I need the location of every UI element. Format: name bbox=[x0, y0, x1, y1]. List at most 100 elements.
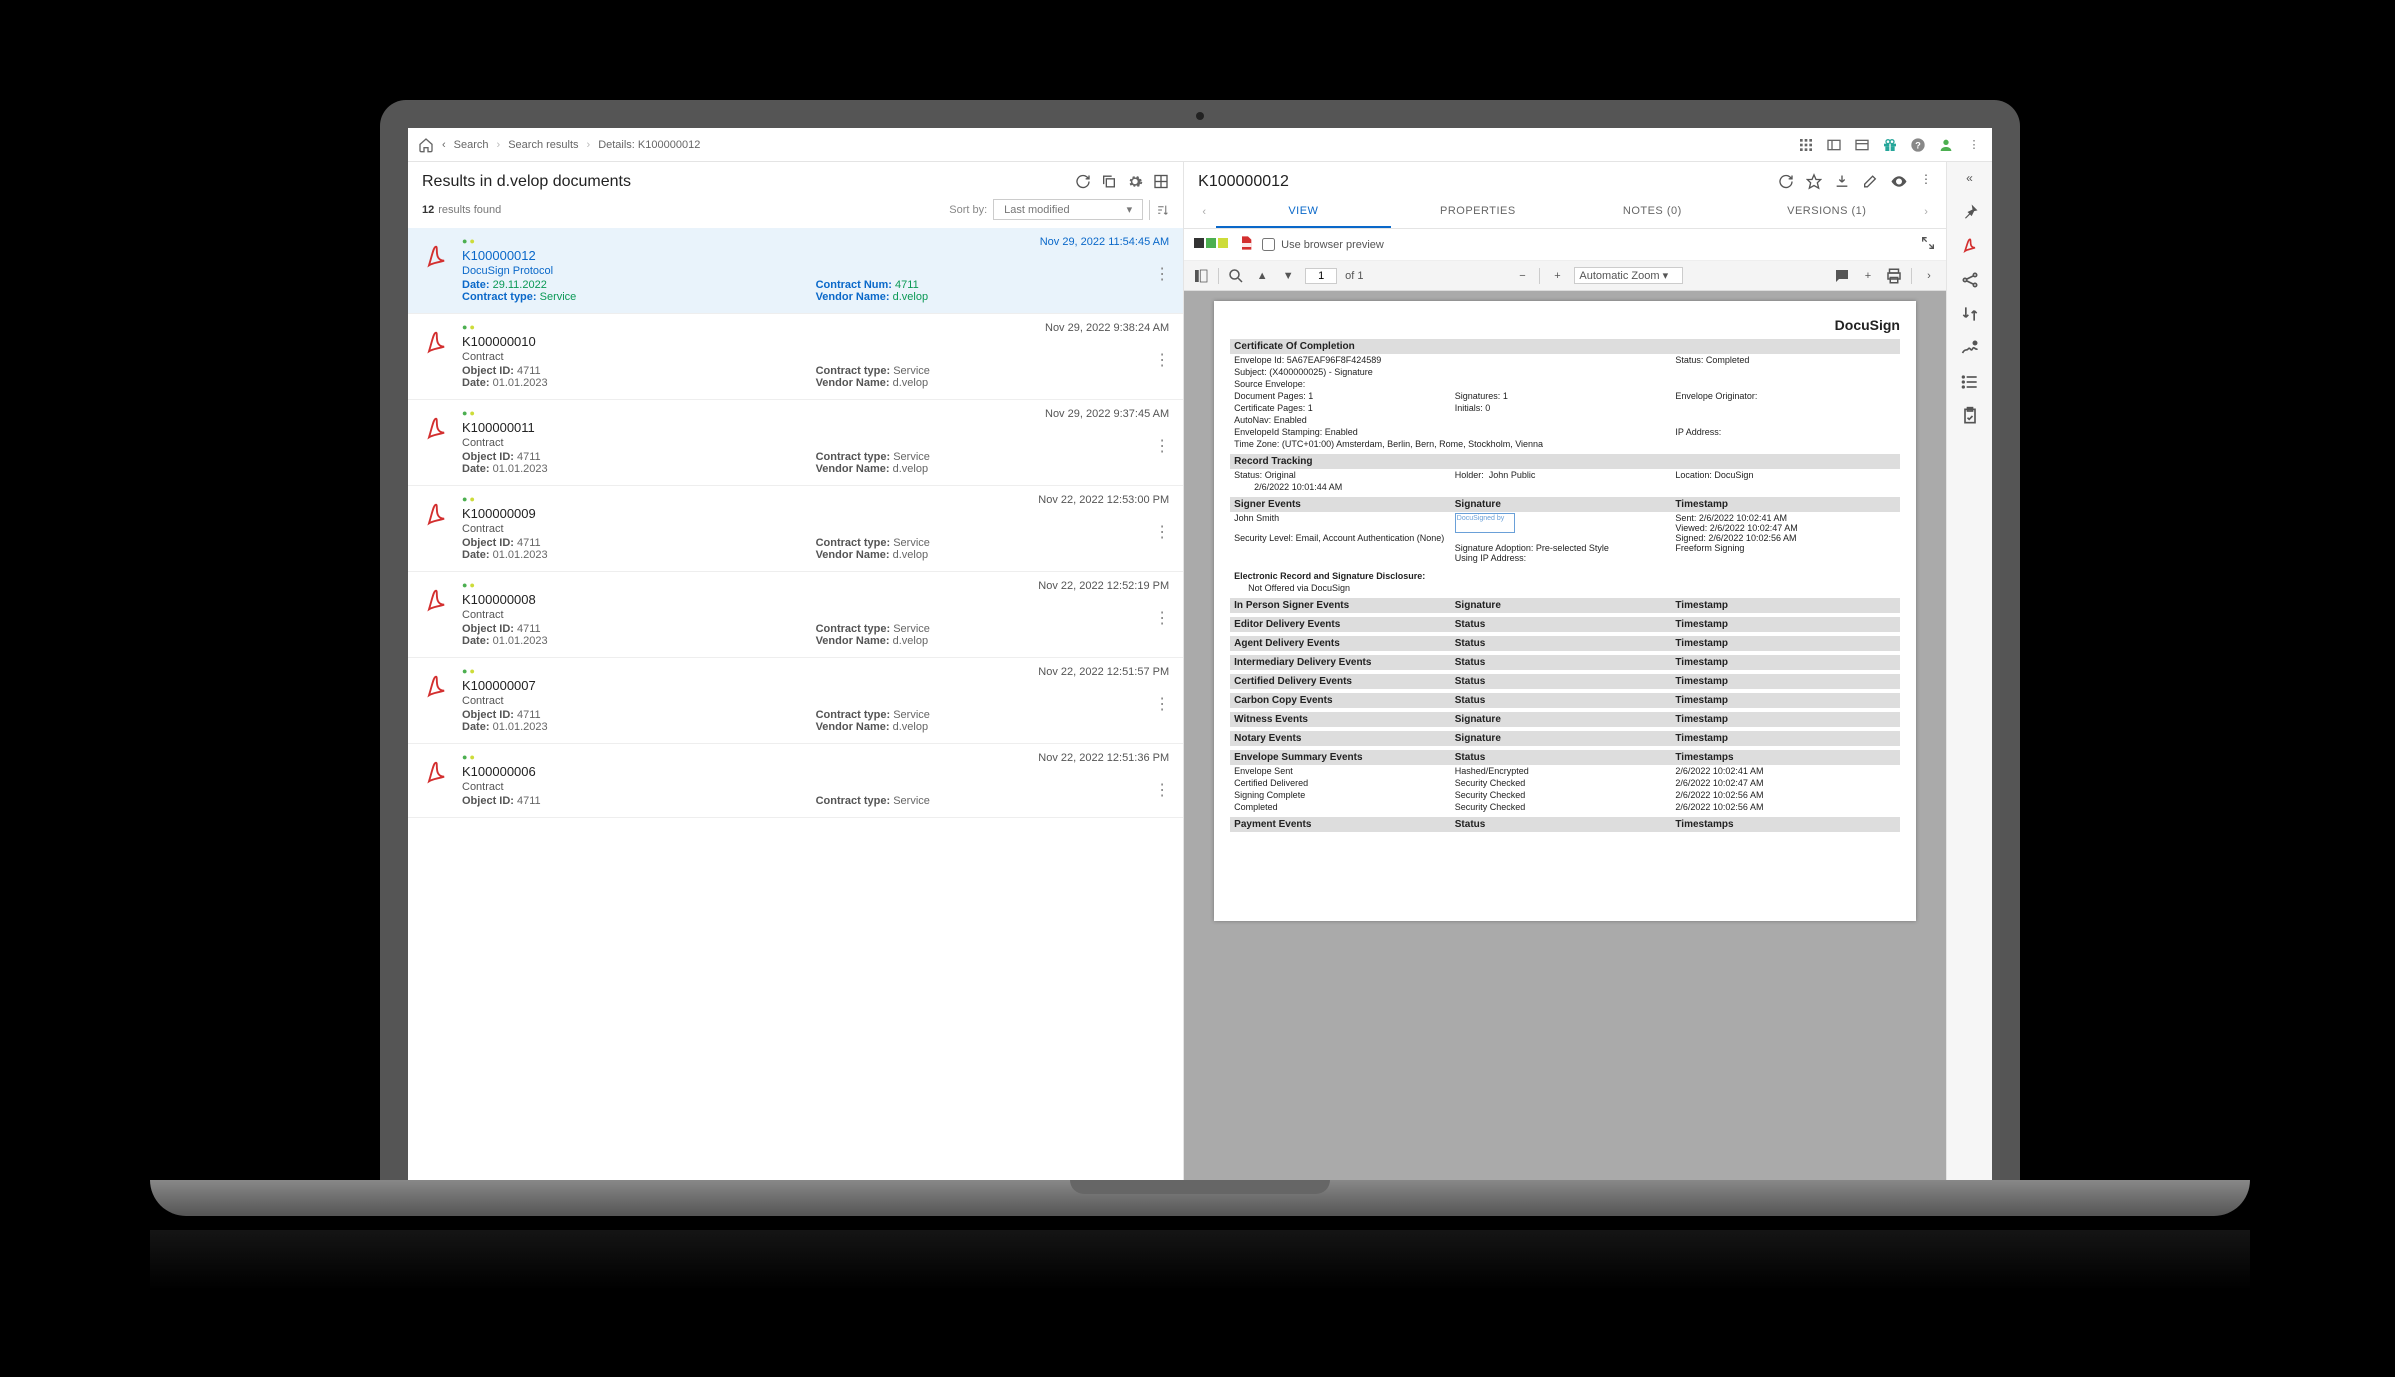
tab-prev-icon[interactable]: ‹ bbox=[1192, 206, 1216, 218]
tab-notes[interactable]: NOTES (0) bbox=[1565, 195, 1739, 228]
result-title[interactable]: K100000006 bbox=[462, 764, 1169, 779]
viewer-more-icon[interactable]: › bbox=[1920, 267, 1938, 285]
result-item[interactable]: ●●K100000007ContractObject ID: 4711Date:… bbox=[408, 658, 1183, 744]
panel-icon[interactable] bbox=[1854, 137, 1870, 153]
result-subtitle: DocuSign Protocol bbox=[462, 265, 1169, 277]
result-more-icon[interactable]: ⋮ bbox=[1154, 608, 1169, 628]
results-list: ●●K100000012DocuSign ProtocolDate: 29.11… bbox=[408, 228, 1183, 1190]
swap-icon[interactable] bbox=[1960, 304, 1980, 324]
home-icon[interactable] bbox=[418, 137, 434, 153]
collapse-rail-icon[interactable]: « bbox=[1960, 168, 1980, 188]
tab-next-icon[interactable]: › bbox=[1914, 206, 1938, 218]
gift-icon[interactable] bbox=[1882, 137, 1898, 153]
expand-icon[interactable] bbox=[1920, 235, 1936, 254]
pdf-toolbar: ▲ ▼ of 1 − + Automatic Zoom ▾ + › bbox=[1184, 261, 1946, 291]
result-item[interactable]: ●●K100000010ContractObject ID: 4711Date:… bbox=[408, 314, 1183, 400]
result-title[interactable]: K100000010 bbox=[462, 334, 1169, 349]
result-item[interactable]: ●●K100000011ContractObject ID: 4711Date:… bbox=[408, 400, 1183, 486]
page-input[interactable] bbox=[1305, 268, 1337, 284]
detail-pane: K100000012 ⋮ ‹ VIEW PROPERTIES NOTES (0) bbox=[1184, 162, 1946, 1190]
sort-direction-icon[interactable] bbox=[1149, 200, 1169, 220]
more-icon[interactable]: ⋮ bbox=[1920, 172, 1932, 191]
result-timestamp: Nov 29, 2022 9:37:45 AM bbox=[1045, 408, 1169, 420]
document-page: DocuSign Certificate Of Completion Envel… bbox=[1214, 301, 1916, 921]
result-more-icon[interactable]: ⋮ bbox=[1154, 264, 1169, 284]
zoom-select[interactable]: Automatic Zoom ▾ bbox=[1574, 267, 1683, 284]
crumb-search[interactable]: Search bbox=[454, 139, 489, 151]
sort-select[interactable]: Last modified ▾ bbox=[993, 199, 1143, 220]
search-icon[interactable] bbox=[1227, 267, 1245, 285]
use-browser-checkbox[interactable]: Use browser preview bbox=[1262, 238, 1384, 251]
result-more-icon[interactable]: ⋮ bbox=[1154, 436, 1169, 456]
eye-icon[interactable] bbox=[1890, 172, 1908, 191]
crumb-details[interactable]: Details: K100000012 bbox=[598, 139, 700, 151]
pdf-icon bbox=[1238, 235, 1254, 254]
pdf-viewer[interactable]: DocuSign Certificate Of Completion Envel… bbox=[1184, 291, 1946, 1190]
zoom-out-icon[interactable]: − bbox=[1513, 267, 1531, 285]
result-more-icon[interactable]: ⋮ bbox=[1154, 350, 1169, 370]
tab-properties[interactable]: PROPERTIES bbox=[1391, 195, 1565, 228]
list-icon[interactable] bbox=[1960, 372, 1980, 392]
clipboard-icon[interactable] bbox=[1960, 406, 1980, 426]
cert-title: Certificate Of Completion bbox=[1230, 339, 1900, 354]
result-item[interactable]: ●●K100000006ContractObject ID: 4711Contr… bbox=[408, 744, 1183, 818]
download-icon[interactable] bbox=[1834, 172, 1850, 191]
more-icon[interactable]: ⋮ bbox=[1966, 137, 1982, 153]
result-item[interactable]: ●●K100000008ContractObject ID: 4711Date:… bbox=[408, 572, 1183, 658]
tab-versions[interactable]: VERSIONS (1) bbox=[1740, 195, 1914, 228]
separator: ‹ bbox=[442, 139, 446, 151]
acrobat-icon[interactable] bbox=[1960, 236, 1980, 256]
result-timestamp: Nov 29, 2022 9:38:24 AM bbox=[1045, 322, 1169, 334]
sidebar-toggle-icon[interactable] bbox=[1192, 267, 1210, 285]
crumb-results[interactable]: Search results bbox=[508, 139, 578, 151]
result-subtitle: Contract bbox=[462, 523, 1169, 535]
right-rail: « bbox=[1946, 162, 1992, 1190]
help-icon[interactable]: ? bbox=[1910, 137, 1926, 153]
print-icon[interactable] bbox=[1885, 267, 1903, 285]
refresh-icon[interactable] bbox=[1778, 172, 1794, 191]
result-item[interactable]: ●●K100000009ContractObject ID: 4711Date:… bbox=[408, 486, 1183, 572]
result-title[interactable]: K100000012 bbox=[462, 248, 1169, 263]
result-more-icon[interactable]: ⋮ bbox=[1154, 780, 1169, 800]
results-count: 12 bbox=[422, 204, 434, 216]
gear-icon[interactable] bbox=[1127, 172, 1143, 191]
page-up-icon[interactable]: ▲ bbox=[1253, 267, 1271, 285]
result-title[interactable]: K100000011 bbox=[462, 420, 1169, 435]
result-subtitle: Contract bbox=[462, 695, 1169, 707]
result-more-icon[interactable]: ⋮ bbox=[1154, 522, 1169, 542]
sign-icon[interactable] bbox=[1960, 338, 1980, 358]
share-icon[interactable] bbox=[1960, 270, 1980, 290]
page-down-icon[interactable]: ▼ bbox=[1279, 267, 1297, 285]
use-browser-label: Use browser preview bbox=[1281, 239, 1384, 251]
star-icon[interactable] bbox=[1806, 172, 1822, 191]
panel-left-icon[interactable] bbox=[1826, 137, 1842, 153]
result-title[interactable]: K100000008 bbox=[462, 592, 1169, 607]
result-title[interactable]: K100000007 bbox=[462, 678, 1169, 693]
add-icon[interactable]: + bbox=[1859, 267, 1877, 285]
result-subtitle: Contract bbox=[462, 437, 1169, 449]
use-browser-input[interactable] bbox=[1262, 238, 1275, 251]
result-title[interactable]: K100000009 bbox=[462, 506, 1169, 521]
detail-title: K100000012 bbox=[1198, 173, 1778, 191]
result-more-icon[interactable]: ⋮ bbox=[1154, 694, 1169, 714]
results-title: Results in d.velop documents bbox=[422, 173, 1075, 191]
zoom-in-icon[interactable]: + bbox=[1548, 267, 1566, 285]
page-of-label: of 1 bbox=[1345, 270, 1363, 282]
results-count-label: results found bbox=[438, 204, 501, 216]
sort-label: Sort by: bbox=[949, 204, 987, 216]
edit-icon[interactable] bbox=[1862, 172, 1878, 191]
user-icon[interactable] bbox=[1938, 137, 1954, 153]
result-subtitle: Contract bbox=[462, 351, 1169, 363]
grid-view-icon[interactable] bbox=[1153, 172, 1169, 191]
apps-icon[interactable] bbox=[1798, 137, 1814, 153]
tab-view[interactable]: VIEW bbox=[1216, 195, 1390, 228]
top-bar: ‹ Search › Search results › Details: K10… bbox=[408, 128, 1992, 162]
docusign-brand: DocuSign bbox=[1230, 317, 1900, 333]
sort-value: Last modified bbox=[1004, 204, 1069, 216]
comment-icon[interactable] bbox=[1833, 267, 1851, 285]
result-timestamp: Nov 29, 2022 11:54:45 AM bbox=[1040, 236, 1169, 248]
refresh-icon[interactable] bbox=[1075, 172, 1091, 191]
pin-icon[interactable] bbox=[1960, 202, 1980, 222]
result-item[interactable]: ●●K100000012DocuSign ProtocolDate: 29.11… bbox=[408, 228, 1183, 314]
copy-icon[interactable] bbox=[1101, 172, 1117, 191]
